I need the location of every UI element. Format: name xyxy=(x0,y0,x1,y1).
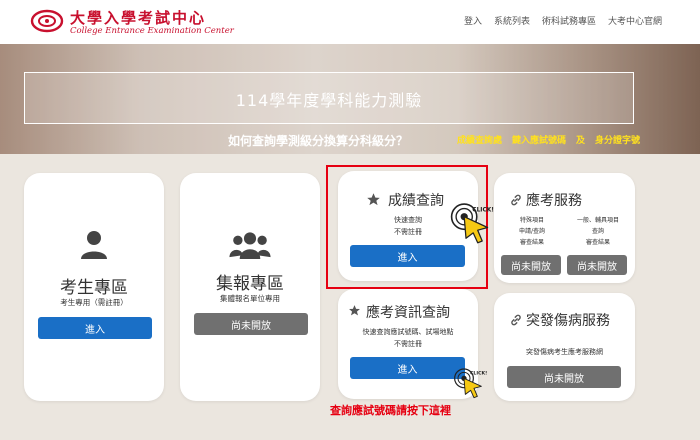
card-exam-info-line2: 不需註冊 xyxy=(394,340,422,348)
card-exam-info-title: 應考資訊查詢 xyxy=(366,305,450,321)
services-col1-line3: 審查結果 xyxy=(519,239,544,246)
services-special-not-open-button[interactable]: 尚未開放 xyxy=(501,255,561,275)
services-col2-line2: 查詢 xyxy=(591,228,604,235)
card-sudden-illness: 突發傷病服務 突發傷病考生應考服務網 尚未開放 xyxy=(494,293,635,401)
card-illness-title: 突發傷病服務 xyxy=(526,313,610,329)
site-logo[interactable]: 大學入學考試中心 College Entrance Examination Ce… xyxy=(30,6,234,36)
nav-official-site[interactable]: 大考中心官網 xyxy=(608,14,662,27)
star-icon xyxy=(349,305,360,316)
card-group-registration: 集報專區 集體報名單位專用 尚未開放 xyxy=(180,173,320,401)
hero-link-score-query[interactable]: 成績查詢處 xyxy=(457,133,502,146)
nav-login[interactable]: 登入 xyxy=(464,14,482,27)
card-services-title: 應考服務 xyxy=(526,193,582,209)
hero-link-and: 及 xyxy=(576,136,586,146)
illness-not-open-button[interactable]: 尚未開放 xyxy=(507,366,621,388)
users-group-icon xyxy=(229,232,271,259)
hero-title-box: 114學年度學科能力測驗 xyxy=(24,72,634,124)
nav-system-list[interactable]: 系統列表 xyxy=(494,14,530,27)
card-illness-subtitle: 突發傷病考生應考服務網 xyxy=(526,348,603,356)
logo-chinese-name: 大學入學考試中心 xyxy=(70,9,207,27)
top-nav: 登入 系統列表 術科試務專區 大考中心官網 xyxy=(464,14,662,27)
link-icon xyxy=(511,314,521,326)
services-col2-line3: 審查結果 xyxy=(585,239,610,246)
card-group-subtitle: 集體報名單位專用 xyxy=(220,294,280,303)
instruction-note: 查詢應試號碼請按下這裡 xyxy=(330,404,451,417)
hero-title: 114學年度學科能力測驗 xyxy=(235,91,423,110)
hero-question: 如何查詢學測級分換算分科級分？ xyxy=(228,134,409,148)
logo-mark-icon xyxy=(30,9,64,33)
logo-english-name: College Entrance Examination Center xyxy=(70,26,234,36)
services-col1-line1: 特殊項目 xyxy=(519,217,544,224)
hero-links: 成績查詢處 鍵入應試號碼 及 身分證字號 xyxy=(457,133,640,146)
user-icon xyxy=(81,231,107,259)
card-student-title: 考生專區 xyxy=(60,278,128,298)
click-label: CLICK! xyxy=(470,370,487,376)
group-not-open-button[interactable]: 尚未開放 xyxy=(194,313,308,335)
services-col2-line1: 一般、輔具項目 xyxy=(576,217,619,224)
services-general-not-open-button[interactable]: 尚未開放 xyxy=(567,255,627,275)
exam-info-enter-button[interactable]: 進入 xyxy=(350,357,465,379)
services-col1-line2: 申請/查詢 xyxy=(518,228,546,235)
card-exam-info-line1: 快速查詢應試號碼、試場地點 xyxy=(362,328,454,336)
card-exam-services: 應考服務 特殊項目 申請/查詢 審查結果 一般、輔具項目 查詢 審查結果 尚未開… xyxy=(494,173,635,283)
nav-practical-exam[interactable]: 術科試務專區 xyxy=(542,14,596,27)
link-icon xyxy=(511,194,521,206)
card-student-area: 考生專區 考生專用（需註冊） 進入 xyxy=(24,173,164,401)
student-enter-button[interactable]: 進入 xyxy=(38,317,152,339)
hero-link-exam-number[interactable]: 鍵入應試號碼 xyxy=(512,133,566,146)
card-group-title: 集報專區 xyxy=(216,274,284,294)
click-label: CLICK! xyxy=(472,207,494,213)
card-student-subtitle: 考生專用（需註冊） xyxy=(60,298,128,307)
click-pointer-icon: CLICK! xyxy=(454,368,487,399)
click-pointer-icon: CLICK! xyxy=(450,203,494,244)
top-bar: 大學入學考試中心 College Entrance Examination Ce… xyxy=(0,0,700,44)
hero-link-id-number[interactable]: 身分證字號 xyxy=(595,133,640,146)
hero-banner: 114學年度學科能力測驗 如何查詢學測級分換算分科級分？ 成績查詢處 鍵入應試號… xyxy=(0,44,700,154)
